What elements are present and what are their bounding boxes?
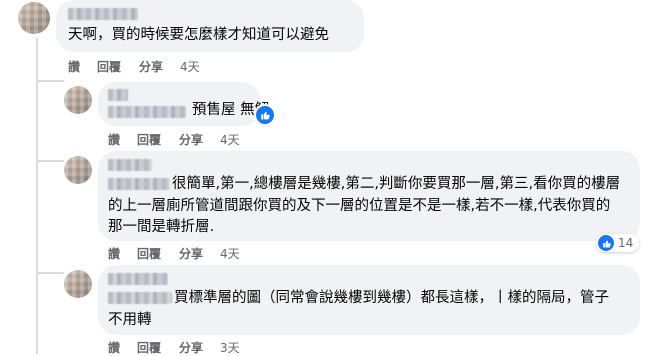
commenter-name[interactable] [108,159,152,171]
share-button[interactable]: 分享 [179,339,203,356]
avatar[interactable] [64,156,92,184]
reaction-count: 14 [618,236,634,250]
commenter-name-2 [108,106,186,118]
comment-bubble: 預售屋 無解 [98,82,269,126]
commenter-name[interactable] [108,89,128,101]
comment-bubble: 天啊，買的時候要怎麼樣才知道可以避免 [56,0,364,52]
share-button[interactable]: 分享 [179,131,203,148]
comment-actions: 讚 回覆 分享 3天 [108,339,308,355]
commenter-name-2 [108,178,170,190]
thumbs-up-icon [602,240,611,247]
timestamp[interactable]: 3天 [220,339,240,356]
comment-bubble: 很簡單,第一,總樓層是幾樓,第二,判斷你要買那一層,第三,看你買的樓層 的上一層… [98,151,640,241]
reaction-like-badge [598,235,614,251]
reply-button[interactable]: 回覆 [137,245,161,262]
like-button[interactable]: 讚 [108,131,120,148]
avatar[interactable] [18,2,50,34]
reply-button[interactable]: 回覆 [137,131,161,148]
reply-button[interactable]: 回覆 [137,339,161,356]
share-button[interactable]: 分享 [179,245,203,262]
like-button[interactable]: 讚 [68,58,80,75]
reply-button[interactable]: 回覆 [97,58,121,75]
comment-text-line-1: 很簡單,第一,總樓層是幾樓,第二,判斷你要買那一層,第三,看你買的樓層 [172,176,621,192]
comment-actions: 讚 回覆 分享 4天 [68,58,268,74]
like-button[interactable]: 讚 [108,245,120,262]
comment-bubble: 買標準層的圖（同常會說幾樓到幾樓）都長這樣，丨樣的隔局，管子 不用轉 [98,265,640,335]
thread-line-branch-1 [36,80,64,82]
like-button[interactable]: 讚 [108,339,120,356]
reaction-count-pill[interactable]: 14 [596,234,640,252]
timestamp[interactable]: 4天 [220,245,240,262]
commenter-name[interactable] [108,273,168,285]
avatar[interactable] [64,86,92,114]
comment-text-line-2: 不用轉 [108,312,152,328]
share-button[interactable]: 分享 [139,58,163,75]
thumbs-up-icon [261,111,270,120]
comment-actions: 讚 回覆 分享 4天 [108,245,308,261]
timestamp[interactable]: 4天 [180,58,200,75]
comment-text-line-3: 那一間是轉折層. [108,219,215,235]
commenter-name-2 [108,292,172,304]
thread-line-main [36,38,38,354]
reaction-like-badge[interactable] [254,104,276,126]
thread-line-branch-3 [36,272,64,274]
thread-line-branch-2 [36,160,64,162]
avatar[interactable] [64,270,92,298]
commenter-name[interactable] [68,8,138,20]
comment-actions: 讚 回覆 分享 4天 [108,131,308,147]
comment-text-line-1: 買標準層的圖（同常會說幾樓到幾樓）都長這樣，丨樣的隔局，管子 [174,290,609,306]
comment-text: 天啊，買的時候要怎麼樣才知道可以避免 [68,27,329,43]
comment-text-line-2: 的上一層廁所管道間跟你買的及下一層的位置是不是一樣,若不一樣,代表你買的 [108,198,611,214]
timestamp[interactable]: 4天 [220,131,240,148]
